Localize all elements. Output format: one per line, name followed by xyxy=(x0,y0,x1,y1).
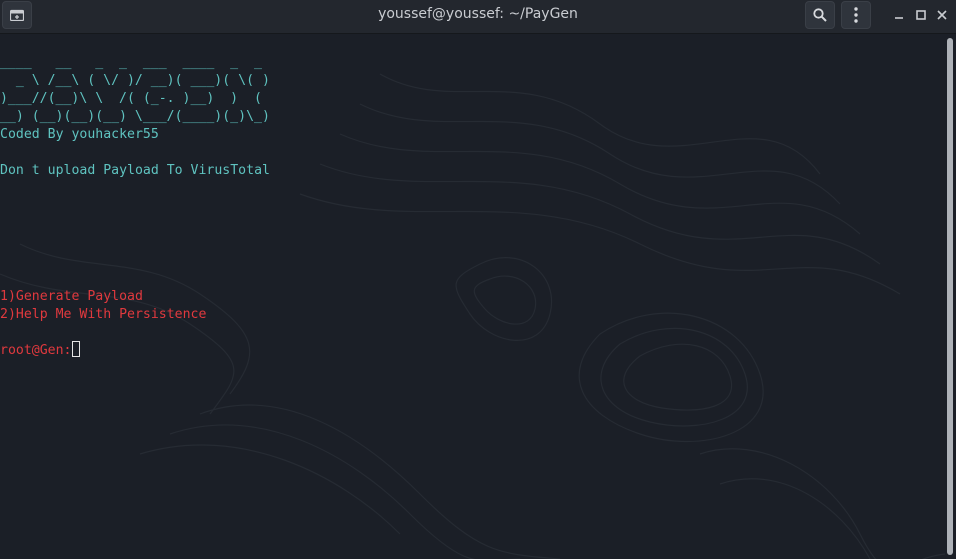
vertical-scrollbar[interactable] xyxy=(945,34,956,559)
menu-button[interactable] xyxy=(841,1,871,29)
search-button[interactable] xyxy=(805,1,835,29)
kebab-menu-icon xyxy=(854,7,858,23)
scrollbar-thumb[interactable] xyxy=(947,38,953,555)
banner-line-4: (__) (__)(__)(__) \___/(____)(_)\_) xyxy=(0,109,270,124)
banner-line-1: ____ __ _ _ ___ ____ _ _ xyxy=(0,55,270,70)
maximize-button[interactable] xyxy=(914,8,928,22)
minimize-button[interactable] xyxy=(892,8,906,22)
banner-line-2: ( _ \ /__\ ( \/ )/ __)( ___)( \( ) xyxy=(0,73,270,88)
close-icon xyxy=(937,10,947,20)
warning-line: Don t upload Payload To VirusTotal xyxy=(0,163,270,178)
prompt-label: root@Gen: xyxy=(0,343,72,358)
banner-line-3: )___//(__)\ \ /( (_-. )__) ) ( xyxy=(0,91,270,106)
terminal-output[interactable]: ____ __ _ _ ___ ____ _ _ ( _ \ /__\ ( \/… xyxy=(0,34,945,559)
credit-line: Coded By youhacker55 xyxy=(0,127,159,142)
menu-option-generate-payload: 1)Generate Payload xyxy=(0,289,143,304)
text-cursor xyxy=(72,341,81,357)
minimize-icon xyxy=(895,17,903,19)
close-button[interactable] xyxy=(935,8,949,22)
terminal-window: youssef@youssef: ~/PayGen ____ __ _ _ __… xyxy=(0,0,956,559)
menu-option-persistence: 2)Help Me With Persistence xyxy=(0,307,207,322)
maximize-icon xyxy=(916,10,926,20)
command-prompt[interactable]: root@Gen: xyxy=(0,341,81,360)
search-icon xyxy=(813,8,827,22)
title-bar: youssef@youssef: ~/PayGen xyxy=(0,0,956,34)
